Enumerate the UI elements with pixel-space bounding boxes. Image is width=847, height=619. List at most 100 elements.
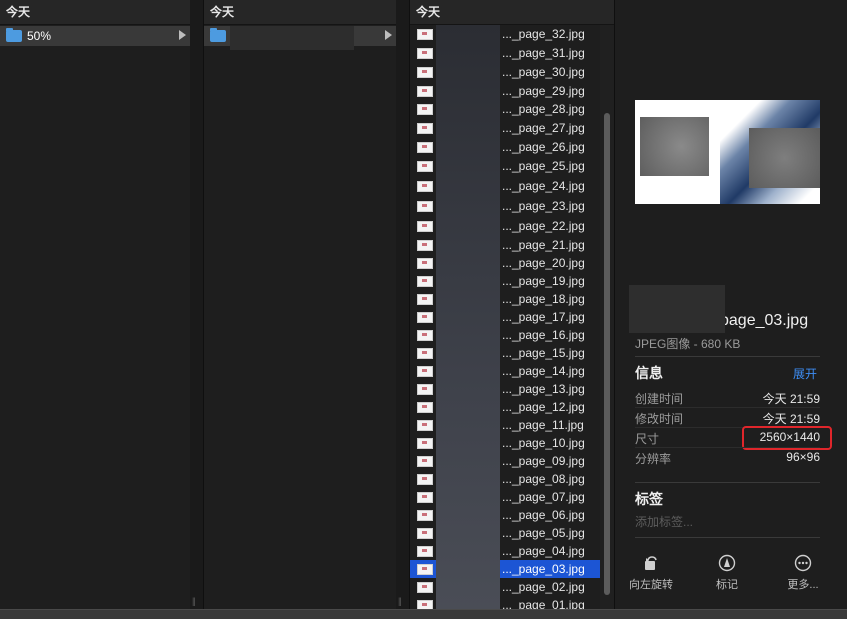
folder-row-50[interactable]: 50% <box>0 26 190 46</box>
redacted-image-area <box>749 128 820 188</box>
folder-row-redacted[interactable] <box>204 26 396 50</box>
thumbnail-icon <box>417 122 433 134</box>
tags-input[interactable]: 添加标签... <box>635 513 693 530</box>
column-3-header: 今天 <box>410 0 614 25</box>
markup-button[interactable]: 标记 <box>707 554 747 592</box>
tags-section-title: 标签 <box>635 491 663 507</box>
thumbnail-icon <box>417 365 433 377</box>
info-value: 今天 21:59 <box>762 392 820 406</box>
thumbnail-icon <box>417 275 433 287</box>
redacted-image-area <box>640 117 709 176</box>
thumbnail-icon <box>417 239 433 251</box>
markup-label: 标记 <box>716 579 738 591</box>
rotate-left-label: 向左旋转 <box>629 579 673 591</box>
file-name: ..._page_24.jpg <box>502 179 585 193</box>
folder-label: 50% <box>27 29 52 43</box>
file-name: ..._page_17.jpg <box>502 310 585 324</box>
column-2-header: 今天 <box>204 0 396 25</box>
info-row-resolution: 分辨率 96×96 <box>635 448 820 468</box>
thumbnail-icon <box>417 545 433 557</box>
rotate-left-icon <box>645 556 657 570</box>
info-section-title: 信息 <box>635 365 663 381</box>
info-row-created: 创建时间 今天 21:59 <box>635 388 820 408</box>
thumbnail-icon <box>417 491 433 503</box>
thumbnail-icon <box>417 85 433 97</box>
scrollbar[interactable] <box>600 25 614 610</box>
file-name: ..._page_16.jpg <box>502 328 585 342</box>
file-name: ..._page_06.jpg <box>502 508 585 522</box>
folder-icon <box>6 28 22 42</box>
bottom-scrollbar[interactable] <box>0 609 847 619</box>
disclosure-arrow-icon <box>385 30 392 40</box>
thumbnail-icon <box>417 311 433 323</box>
finder-window: 今天 50% || 今天 || 今天 ..._page_32.jpg ..._pa… <box>0 0 847 619</box>
thumbnail-icon <box>417 383 433 395</box>
thumbnail-icon <box>417 401 433 413</box>
info-key: 创建时间 <box>635 392 684 406</box>
file-name: ..._page_15.jpg <box>502 346 585 360</box>
more-icon <box>794 554 812 572</box>
file-name: ..._page_02.jpg <box>502 580 585 594</box>
file-name: ..._page_23.jpg <box>502 199 585 213</box>
file-name: ..._page_26.jpg <box>502 140 585 154</box>
divider <box>635 356 820 357</box>
thumbnail-icon <box>417 47 433 59</box>
thumbnail-icon <box>417 103 433 115</box>
thumbnail-icon <box>417 160 433 172</box>
thumbnail-icon <box>417 437 433 449</box>
thumbnail-icon <box>417 509 433 521</box>
thumbnail-icon <box>417 66 433 78</box>
thumbnail-icon <box>417 293 433 305</box>
file-name: ..._page_22.jpg <box>502 219 585 233</box>
expand-link[interactable]: 展开 <box>793 365 817 382</box>
file-kind-size: JPEG图像 - 680 KB <box>635 337 741 351</box>
file-name: ..._page_11.jpg <box>502 418 584 432</box>
thumbnail-icon <box>417 200 433 212</box>
file-name: ..._page_21.jpg <box>502 238 585 252</box>
file-title: page_03.jpg <box>720 312 809 329</box>
preview-image <box>635 100 820 204</box>
file-name: ..._page_10.jpg <box>502 436 585 450</box>
thumbnail-icon <box>417 473 433 485</box>
file-name: ..._page_04.jpg <box>502 544 585 558</box>
info-row-dimensions: 尺寸 2560×1440 <box>635 426 832 450</box>
rotate-left-button[interactable]: 向左旋转 <box>625 554 677 592</box>
file-name: ..._page_32.jpg <box>502 27 585 41</box>
thumbnail-icon <box>417 180 433 192</box>
info-value: 96×96 <box>786 450 820 464</box>
redacted-name <box>230 26 354 50</box>
thumbnail-icon <box>417 527 433 539</box>
file-name: ..._page_18.jpg <box>502 292 585 306</box>
file-name: ..._page_29.jpg <box>502 84 585 98</box>
file-name: ..._page_14.jpg <box>502 364 585 378</box>
file-name: ..._page_09.jpg <box>502 454 585 468</box>
file-name: ..._page_12.jpg <box>502 400 585 414</box>
more-label: 更多... <box>787 579 819 591</box>
thumbnail-icon <box>417 563 433 575</box>
thumbnail-icon <box>417 581 433 593</box>
file-name: ..._page_07.jpg <box>502 490 585 504</box>
column-resize-handle[interactable]: || <box>190 0 204 610</box>
disclosure-arrow-icon <box>179 30 186 40</box>
thumbnail-icon <box>417 257 433 269</box>
file-name: ..._page_30.jpg <box>502 65 585 79</box>
file-name: ..._page_03.jpg <box>502 562 585 576</box>
column-resize-handle[interactable]: || <box>396 0 410 610</box>
thumbnail-icon <box>417 220 433 232</box>
markup-icon <box>718 554 736 572</box>
folder-icon <box>210 28 226 42</box>
scrollbar-thumb[interactable] <box>604 113 610 595</box>
file-name: ..._page_19.jpg <box>502 274 585 288</box>
thumbnail-icon <box>417 455 433 467</box>
thumbnail-icon <box>417 347 433 359</box>
more-button[interactable]: 更多... <box>781 554 825 592</box>
column-1-header: 今天 <box>0 0 190 25</box>
column-3: 今天 ..._page_32.jpg ..._page_31.jpg ..._pag… <box>410 0 615 612</box>
divider <box>635 537 820 538</box>
info-value: 今天 21:59 <box>762 412 820 426</box>
file-name: ..._page_27.jpg <box>502 121 585 135</box>
divider <box>635 482 820 483</box>
file-name: ..._page_28.jpg <box>502 102 585 116</box>
file-name: ..._page_20.jpg <box>502 256 585 270</box>
info-key: 尺寸 <box>635 432 660 446</box>
